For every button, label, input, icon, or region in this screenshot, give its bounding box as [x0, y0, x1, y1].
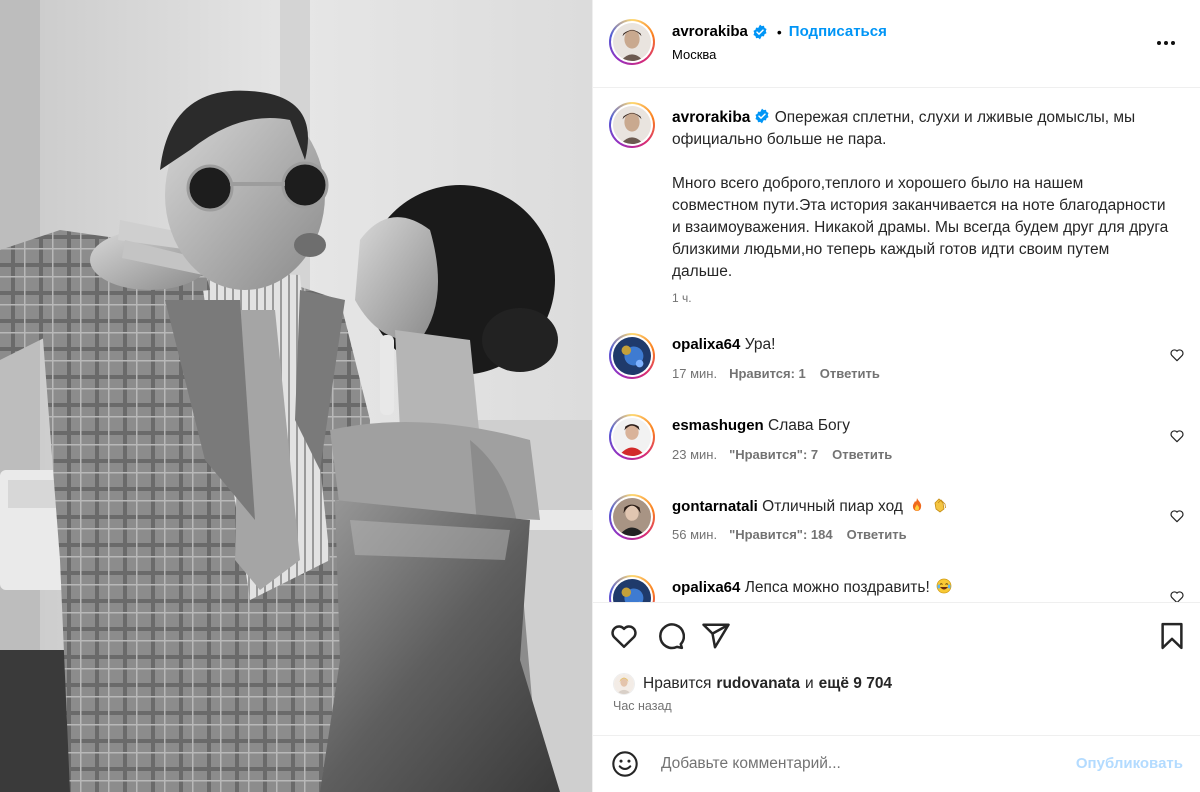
likes-count[interactable]: ещё 9 704	[819, 675, 892, 693]
share-icon[interactable]	[701, 621, 731, 651]
comment-like-heart-icon[interactable]	[1169, 347, 1185, 363]
comment-item: opalixa64 Ура! 17 мин. Нравится: 1 Ответит…	[593, 333, 1200, 403]
comment-composer: Опубликовать	[593, 735, 1200, 792]
comment-text: Ура!	[744, 336, 776, 353]
heart-icon[interactable]	[609, 621, 639, 651]
reply-button[interactable]: Ответить	[847, 527, 907, 542]
comment-like-heart-icon[interactable]	[1169, 428, 1185, 444]
post-header: avrorakiba • Подписаться Москва	[593, 0, 1200, 88]
comment-meta: 17 мин. Нравится: 1 Ответить	[672, 366, 880, 381]
caption-avatar-image	[613, 106, 651, 144]
instagram-post: avrorakiba • Подписаться Москва avroraki…	[0, 0, 1200, 792]
liker-username[interactable]: rudovanata	[716, 675, 800, 693]
caption-author-username[interactable]: avrorakiba	[672, 109, 750, 126]
author-avatar[interactable]	[609, 19, 655, 65]
photo-illustration	[0, 0, 592, 792]
comment-item: esmashugen Слава Богу 23 мин. "Нравится":…	[593, 414, 1200, 484]
comment-item: opalixa64 Лепса можно поздравить!	[593, 575, 1200, 602]
comment-text: Слава Богу	[768, 417, 851, 434]
comment-input[interactable]	[661, 750, 1051, 778]
comment-meta: 23 мин. "Нравится": 7 Ответить	[672, 447, 892, 462]
comment-text-line: opalixa64 Ура!	[672, 336, 775, 354]
comment-time[interactable]: 17 мин.	[672, 366, 717, 381]
comment-time[interactable]: 23 мин.	[672, 447, 717, 462]
bookmark-icon[interactable]	[1157, 621, 1187, 651]
liker-avatar[interactable]	[613, 673, 635, 695]
commenter-avatar-image	[613, 579, 651, 602]
author-avatar-image	[613, 23, 651, 61]
commenter-avatar-image	[613, 498, 651, 536]
comment-likes[interactable]: "Нравится": 184	[729, 527, 833, 542]
verified-badge-icon	[755, 108, 769, 124]
post-location[interactable]: Москва	[672, 47, 716, 62]
commenter-avatar[interactable]	[609, 575, 655, 602]
comment-text-line: esmashugen Слава Богу	[672, 417, 850, 435]
liker-avatar-image	[614, 674, 634, 694]
caption-timestamp[interactable]: 1 ч.	[672, 291, 692, 305]
post-time-ago[interactable]: Час назад	[613, 699, 672, 713]
caption-text: avrorakiba Опережая сплетни, слухи и лжи…	[672, 107, 1172, 283]
comments-scroll-area[interactable]: avrorakiba Опережая сплетни, слухи и лжи…	[593, 89, 1200, 602]
caption-paragraph-2: Много всего доброго,теплого и хорошего б…	[672, 175, 1169, 280]
clapping-hands-emoji-icon	[934, 498, 946, 513]
verified-badge-icon	[753, 24, 767, 39]
emoji-picker-icon[interactable]	[611, 750, 639, 778]
comment-text: Лепса можно поздравить!	[744, 579, 930, 596]
comment-time[interactable]: 56 мин.	[672, 527, 717, 542]
commenter-avatar-image	[613, 337, 651, 375]
commenter-avatar-image	[613, 418, 651, 456]
comment-likes[interactable]: "Нравится": 7	[729, 447, 818, 462]
post-photo[interactable]	[0, 0, 592, 792]
comment-meta: 56 мин. "Нравится": 184 Ответить	[672, 527, 907, 542]
caption-author-avatar[interactable]	[609, 102, 655, 148]
comment-text: Отличный пиар ход	[762, 498, 903, 515]
commenter-avatar[interactable]	[609, 494, 655, 540]
fire-emoji-icon	[913, 498, 922, 511]
author-line: avrorakiba • Подписаться	[672, 23, 887, 40]
laughing-tears-emoji-icon	[936, 578, 952, 594]
commenter-username[interactable]: opalixa64	[672, 579, 740, 596]
post-details-panel: avrorakiba • Подписаться Москва avroraki…	[592, 0, 1200, 792]
post-actions: Нравится rudovanata и ещё 9 704 Час наза…	[593, 602, 1200, 735]
likes-prefix: Нравится	[643, 675, 712, 692]
commenter-avatar[interactable]	[609, 333, 655, 379]
comment-likes[interactable]: Нравится: 1	[729, 366, 806, 381]
commenter-avatar[interactable]	[609, 414, 655, 460]
comment-item: gontarnatali Отличный пиар ход 56 мин. "Н…	[593, 494, 1200, 564]
comment-like-heart-icon[interactable]	[1169, 589, 1185, 602]
follow-button[interactable]: Подписаться	[789, 23, 887, 40]
comment-like-heart-icon[interactable]	[1169, 508, 1185, 524]
separator-dot: •	[776, 23, 782, 40]
commenter-username[interactable]: esmashugen	[672, 417, 764, 434]
reply-button[interactable]: Ответить	[832, 447, 892, 462]
comment-text-line: gontarnatali Отличный пиар ход	[672, 497, 948, 516]
more-options-icon[interactable]	[1153, 30, 1179, 56]
commenter-username[interactable]: opalixa64	[672, 336, 740, 353]
likes-summary: Нравится rudovanata и ещё 9 704	[613, 673, 897, 695]
comment-icon[interactable]	[655, 621, 685, 651]
likes-and: и	[804, 675, 814, 692]
comment-text-line: opalixa64 Лепса можно поздравить!	[672, 578, 952, 597]
commenter-username[interactable]: gontarnatali	[672, 498, 758, 515]
publish-button[interactable]: Опубликовать	[1076, 755, 1183, 772]
reply-button[interactable]: Ответить	[820, 366, 880, 381]
author-username[interactable]: avrorakiba	[672, 23, 748, 40]
